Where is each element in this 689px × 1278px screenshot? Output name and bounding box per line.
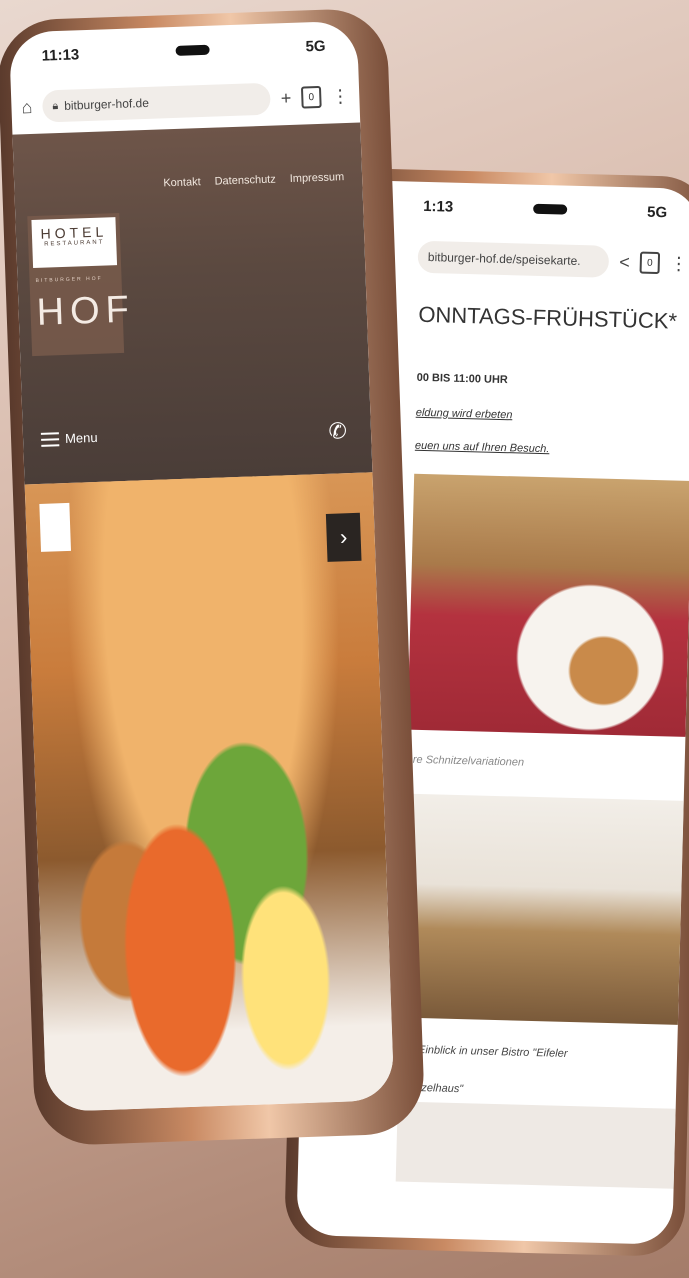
back-content: ONNTAGS-FRÜHSTÜCK* 00 BIS 11:00 UHR eldu… <box>394 182 689 1245</box>
logo-hotel-text: HOTEL <box>40 223 108 242</box>
home-icon[interactable]: ⌂ <box>21 96 33 117</box>
front-url-field[interactable]: 🔒︎ bitburger-hof.de <box>41 82 272 123</box>
hamburger-icon <box>40 431 60 447</box>
front-signal: 5G <box>305 37 326 55</box>
visit-link[interactable]: euen uns auf Ihren Besuch. <box>415 440 550 456</box>
slide-indicator[interactable] <box>39 502 72 552</box>
link-datenschutz[interactable]: Datenschutz <box>214 174 276 188</box>
menu-time: 00 BIS 11:00 UHR <box>416 371 508 387</box>
front-url-text: bitburger-hof.de <box>63 95 150 113</box>
top-links: Kontakt Datenschutz Impressum <box>163 171 344 189</box>
caption-schnitzel: ere Schnitzelvariationen <box>406 753 525 769</box>
tabs-icon[interactable]: 0 <box>300 85 322 109</box>
logo-hof-text: HOF <box>35 288 136 334</box>
new-tab-icon[interactable]: + <box>280 87 291 108</box>
bistro-photo <box>399 793 684 1025</box>
menu-button[interactable]: Menu <box>40 429 98 447</box>
front-phone: 11:13 5G ⌂ 🔒︎ bitburger-hof.de + 0 ⋮ Kon… <box>0 7 426 1147</box>
link-kontakt[interactable]: Kontakt <box>163 176 201 189</box>
food-slider: › <box>24 472 395 1113</box>
front-screen: 11:13 5G ⌂ 🔒︎ bitburger-hof.de + 0 ⋮ Kon… <box>8 20 395 1113</box>
menu-title: ONNTAGS-FRÜHSTÜCK* <box>418 301 678 334</box>
front-time: 11:13 <box>41 45 80 65</box>
registration-link[interactable]: eldung wird erbeten <box>416 407 513 422</box>
next-slide-button[interactable]: › <box>325 512 362 562</box>
more-photo <box>395 1101 676 1189</box>
phone-icon[interactable]: ✆ <box>328 418 347 445</box>
lock-icon: 🔒︎ <box>52 99 59 112</box>
more-icon[interactable]: ⋮ <box>331 85 350 107</box>
schnitzel-photo <box>407 473 689 737</box>
site-header: Kontakt Datenschutz Impressum HOTEL REST… <box>12 122 373 485</box>
link-impressum[interactable]: Impressum <box>290 171 345 185</box>
logo-sub-text: BITBURGER HOF <box>35 275 103 284</box>
menu-label: Menu <box>64 429 98 447</box>
front-notch <box>175 44 210 56</box>
hotel-logo[interactable]: HOTEL RESTAURANT BITBURGER HOF HOF <box>27 212 136 357</box>
logo-hotel-box: HOTEL RESTAURANT <box>31 217 118 269</box>
caption-bistro: ner Einblick in unser Bistro "Eifeler <box>398 1043 568 1060</box>
